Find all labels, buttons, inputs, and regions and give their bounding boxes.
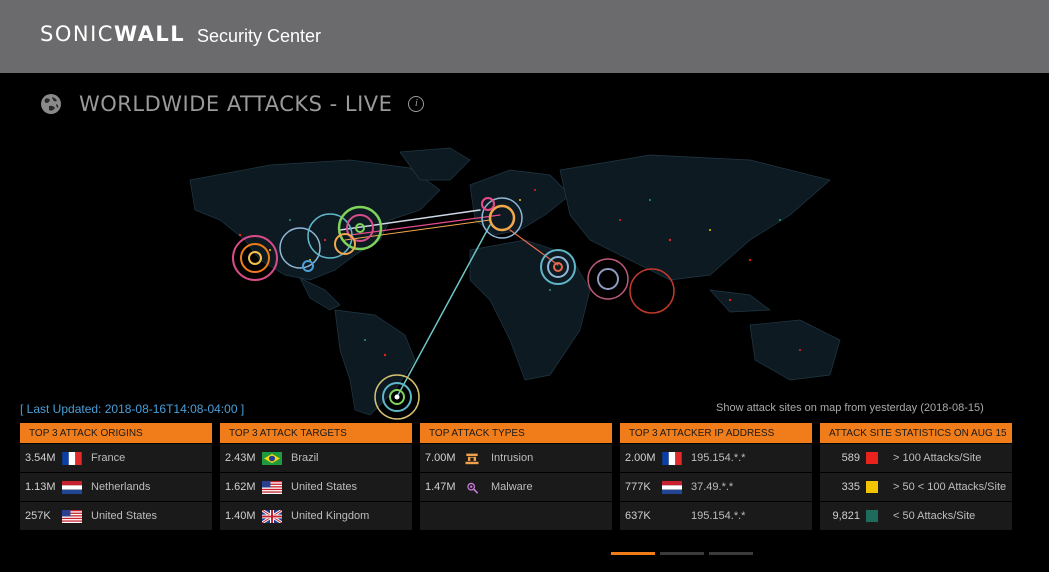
panel-title: TOP 3 ATTACKER IP ADDRESS: [620, 423, 812, 443]
brazil-flag-icon: [262, 451, 282, 465]
malware-icon: [467, 482, 479, 494]
panel-title: ATTACK SITE STATISTICS ON AUG 15: [820, 423, 1012, 443]
list-item[interactable]: 335 > 50 < 100 Attacks/Site: [820, 472, 1012, 501]
ripple-iran: [587, 258, 629, 300]
top-bar: SONICWALL Security Center: [0, 0, 1049, 73]
app-subtitle: Security Center: [197, 26, 322, 46]
carousel-page-2[interactable]: [660, 552, 704, 555]
list-item[interactable]: 257K United States: [20, 501, 212, 530]
world-attack-map[interactable]: [150, 140, 950, 420]
info-icon[interactable]: i: [408, 96, 425, 112]
list-item[interactable]: 3.54M France: [20, 443, 212, 472]
carousel-page-3[interactable]: [709, 552, 753, 555]
no-flag-placeholder: [662, 510, 682, 523]
list-item[interactable]: 9,821 < 50 Attacks/Site: [820, 501, 1012, 530]
sonicwall-logo[interactable]: SONICWALL: [40, 22, 185, 46]
ripple-india: [629, 268, 675, 314]
list-item[interactable]: 7.00M Intrusion: [420, 443, 612, 472]
list-item[interactable]: 1.13M Netherlands: [20, 472, 212, 501]
page-heading: WORLDWIDE ATTACKS - LIVE i: [40, 92, 425, 116]
netherlands-flag-icon: [62, 480, 82, 494]
list-item[interactable]: 1.62M United States: [220, 472, 412, 501]
teal-swatch: [866, 510, 878, 522]
page-title: WORLDWIDE ATTACKS - LIVE: [79, 92, 393, 116]
list-item[interactable]: 2.00M 195.154.*.*: [620, 443, 812, 472]
uk-flag-icon: [262, 509, 282, 523]
list-item[interactable]: 1.40M United Kingdom: [220, 501, 412, 530]
usa-flag-icon: [262, 480, 282, 494]
globe-icon: [40, 93, 62, 115]
top-attack-types-panel: TOP ATTACK TYPES 7.00M Intrusion 1.47M M…: [420, 423, 612, 530]
france-flag-icon: [62, 451, 82, 465]
last-updated-label: [ Last Updated: 2018-08-16T14:08-04:00 ]: [20, 402, 245, 416]
usa-flag-icon: [62, 509, 82, 523]
france-flag-icon: [662, 451, 682, 465]
list-item[interactable]: 2.43M Brazil: [220, 443, 412, 472]
attack-line: [397, 224, 491, 396]
netherlands-flag-icon: [662, 480, 682, 494]
list-item-empty: [420, 501, 612, 530]
list-item[interactable]: 589 > 100 Attacks/Site: [820, 443, 1012, 472]
stats-panels: TOP 3 ATTACK ORIGINS 3.54M France 1.13M …: [20, 423, 1012, 530]
top-attack-origins-panel: TOP 3 ATTACK ORIGINS 3.54M France 1.13M …: [20, 423, 212, 530]
show-yesterday-link[interactable]: Show attack sites on map from yesterday …: [716, 402, 984, 414]
intrusion-icon: [465, 453, 479, 464]
list-item[interactable]: 777K 37.49.*.*: [620, 472, 812, 501]
top-attack-targets-panel: TOP 3 ATTACK TARGETS 2.43M Brazil 1.62M …: [220, 423, 412, 530]
list-item[interactable]: 1.47M Malware: [420, 472, 612, 501]
carousel-page-1[interactable]: [611, 552, 655, 555]
list-item[interactable]: 637K 195.154.*.*: [620, 501, 812, 530]
top-attacker-ip-panel: TOP 3 ATTACKER IP ADDRESS 2.00M 195.154.…: [620, 423, 812, 530]
attack-site-statistics-panel: ATTACK SITE STATISTICS ON AUG 15 589 > 1…: [820, 423, 1012, 530]
yellow-swatch: [866, 481, 878, 493]
panel-title: TOP ATTACK TYPES: [420, 423, 612, 443]
panel-title: TOP 3 ATTACK TARGETS: [220, 423, 412, 443]
continents: [189, 147, 841, 416]
red-swatch: [866, 452, 878, 464]
panel-title: TOP 3 ATTACK ORIGINS: [20, 423, 212, 443]
